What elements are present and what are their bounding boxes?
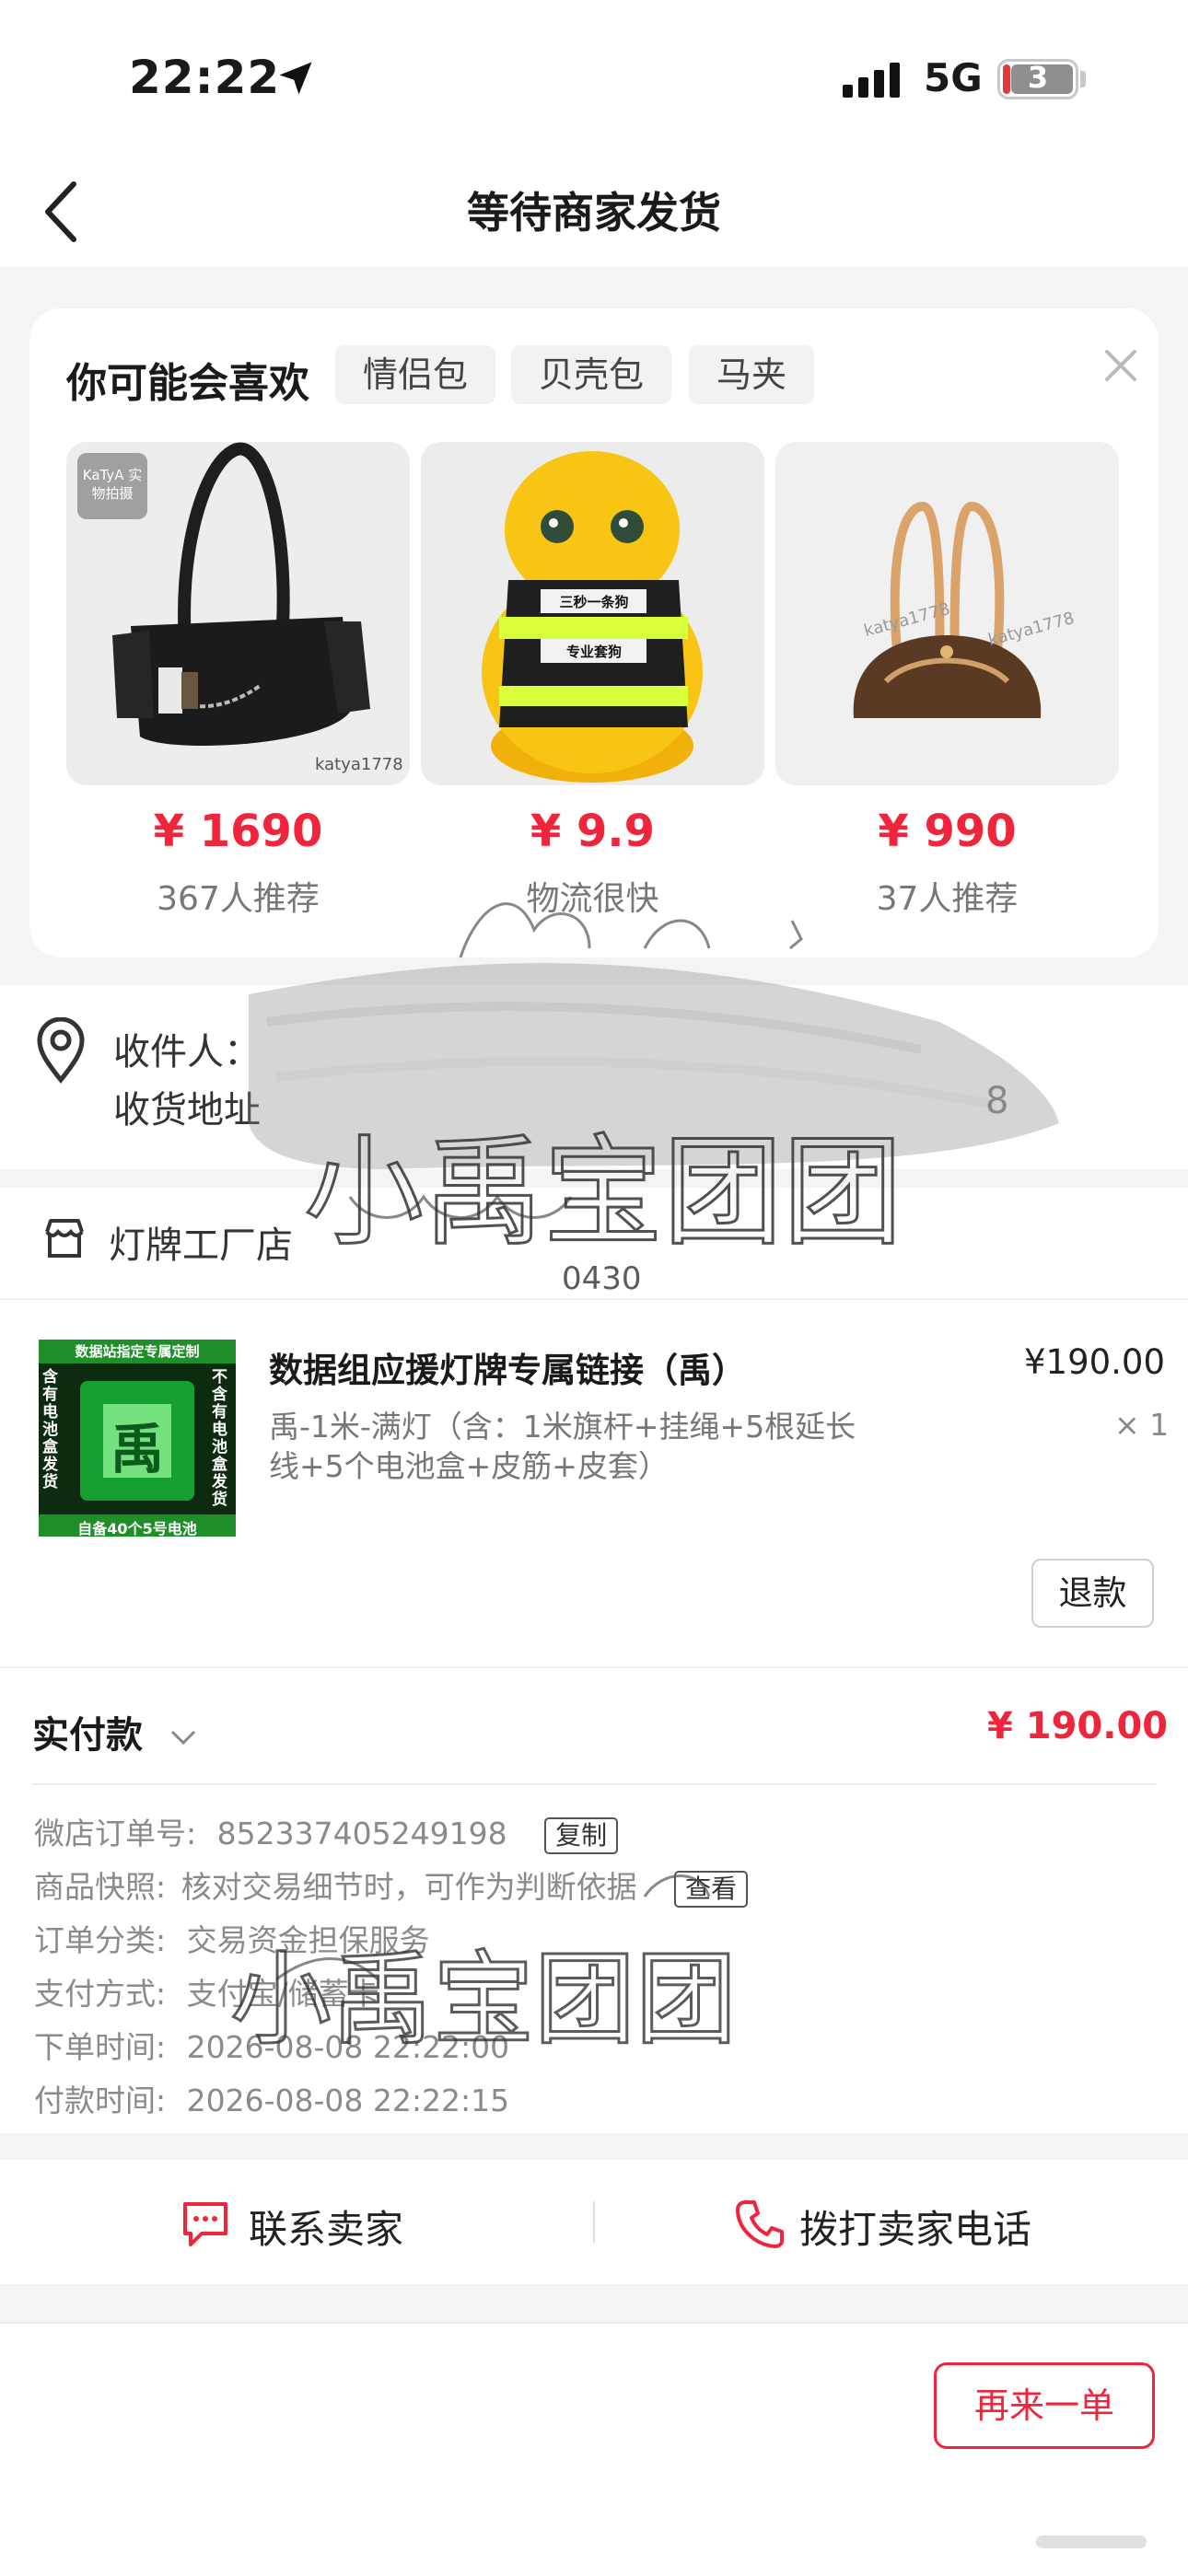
recipient-label: 收件人：	[113, 1031, 261, 1073]
home-indicator	[1036, 2535, 1147, 2548]
location-pin-icon	[37, 1017, 85, 1084]
bottom-action-bar: 再来一单	[0, 2322, 1188, 2576]
info-label: 下单时间:	[34, 2029, 167, 2065]
battery-icon: 3	[997, 59, 1078, 99]
paid-amount: ¥ 190.00	[987, 1705, 1169, 1747]
shop-icon	[45, 1219, 84, 1258]
order-category-row: 订单分类: 交易资金担保服务	[34, 1916, 430, 1960]
battery-tip	[1080, 71, 1086, 87]
watermark-text: katya1778	[315, 755, 403, 774]
order-number-row: 微店订单号: 852337405249198 复制	[34, 1809, 619, 1854]
signal-icon	[843, 63, 905, 98]
product-price: ¥ 990	[878, 806, 1017, 857]
product-card-3[interactable]: katya1778 katya1778 ¥ 990 37人推荐	[775, 442, 1119, 920]
phone-icon	[736, 2200, 784, 2248]
paid-label-text: 实付款	[32, 1714, 143, 1757]
location-arrow-icon	[279, 62, 312, 95]
paid-label[interactable]: 实付款	[32, 1705, 200, 1758]
order-category: 交易资金担保服务	[186, 1922, 430, 1958]
info-label: 付款时间:	[34, 2083, 167, 2118]
page-title: 等待商家发货	[467, 188, 721, 238]
order-time: 2026-08-08 22:22:00	[186, 2029, 510, 2065]
top-bar: 22:22 5G 3 等待商家发货	[0, 0, 1188, 267]
call-seller-button[interactable]: 拨打卖家电话	[799, 2199, 1031, 2255]
vest-text-2: 专业套狗	[565, 644, 622, 660]
address-section[interactable]: 收件人： 收货地址 8	[0, 985, 1188, 1169]
contact-seller-button[interactable]: 联系卖家	[249, 2199, 403, 2255]
address-trailing: 8	[985, 1080, 1009, 1122]
product-image-bag-black[interactable]: KaTyA 实物拍摄 katya1778	[66, 442, 410, 785]
pay-time-row: 付款时间: 2026-08-08 22:22:15	[34, 2076, 509, 2120]
product-price: ¥ 9.9	[530, 806, 656, 857]
payment-section: 实付款 ¥ 190.00 微店订单号: 852337405249198 复制 商…	[0, 1668, 1188, 2133]
thumb-top-text: 数据站指定专属定制	[75, 1343, 200, 1360]
info-label: 支付方式:	[34, 1976, 167, 2012]
pay-method-row: 支付方式: 支付宝/储蓄卡	[34, 1969, 379, 2013]
recommend-card: 你可能会喜欢 情侣包 贝壳包 马夹 KaTyA 实物拍摄 katya1778 ¥…	[29, 308, 1159, 957]
product-subtitle: 物流很快	[526, 880, 659, 918]
close-icon[interactable]	[1093, 338, 1148, 393]
snapshot-desc: 核对交易细节时，可作为判断依据	[181, 1869, 637, 1905]
refund-button[interactable]: 退款	[1031, 1559, 1154, 1628]
contact-bar: 联系卖家 拨打卖家电话	[0, 2160, 1188, 2284]
status-time: 22:22	[129, 51, 281, 104]
item-price: ¥190.00	[1024, 1342, 1166, 1382]
pay-time: 2026-08-08 22:22:15	[186, 2083, 510, 2118]
recommend-title: 你可能会喜欢	[66, 360, 309, 407]
thumb-center-char: 禹	[110, 1418, 164, 1480]
copy-button[interactable]: 复制	[544, 1816, 619, 1854]
snapshot-row: 商品快照: 核对交易细节时，可作为判断依据 查看	[34, 1862, 749, 1908]
chat-bubble-icon	[183, 2202, 227, 2246]
network-type: 5G	[924, 55, 983, 100]
photo-badge: KaTyA 实物拍摄	[77, 453, 147, 519]
product-subtitle: 37人推荐	[876, 880, 1019, 918]
photo-badge-text: KaTyA 实物拍摄	[82, 467, 143, 502]
divider	[32, 1783, 1156, 1785]
product-image-monogram-bag[interactable]: katya1778 katya1778	[775, 442, 1119, 785]
product-subtitle: 367人推荐	[157, 880, 320, 918]
info-label: 微店订单号:	[34, 1816, 197, 1851]
yellow-duck-illustration	[482, 451, 703, 783]
chip-vest[interactable]: 马夹	[689, 345, 815, 404]
view-snapshot-button[interactable]: 查看	[674, 1870, 749, 1908]
order-time-row: 下单时间: 2026-08-08 22:22:00	[34, 2023, 509, 2067]
address-label: 收货地址	[113, 1089, 261, 1131]
thumb-bottom-text: 自备40个5号电池	[77, 1520, 197, 1537]
battery-level: 3	[1027, 60, 1049, 95]
chip-shell-bag[interactable]: 贝壳包	[511, 345, 672, 404]
info-label: 订单分类:	[34, 1922, 167, 1958]
chevron-down-icon	[170, 1730, 195, 1746]
reorder-button[interactable]: 再来一单	[934, 2362, 1155, 2449]
chip-couple-bag[interactable]: 情侣包	[335, 345, 496, 404]
product-card-2[interactable]: 三秒一条狗 专业套狗 ¥ 9.9 物流很快	[421, 442, 764, 920]
product-card-1[interactable]: KaTyA 实物拍摄 katya1778 ¥ 1690 367人推荐	[66, 442, 410, 920]
divider	[0, 1298, 1188, 1300]
product-image-duck-vest[interactable]: 三秒一条狗 专业套狗	[421, 442, 764, 785]
order-item-section: 灯牌工厂店 数据站指定专属定制 含有电池盒发货 不含有电池盒发货 自备40个5号…	[0, 1188, 1188, 1666]
product-price: ¥ 1690	[153, 806, 323, 857]
shop-name[interactable]: 灯牌工厂店	[109, 1215, 293, 1269]
item-title[interactable]: 数据组应援灯牌专属链接（禹）	[269, 1342, 969, 1392]
divider	[593, 2201, 595, 2243]
item-quantity: × 1	[1114, 1407, 1170, 1443]
vest-text-1: 三秒一条狗	[559, 594, 629, 610]
pay-method: 支付宝/储蓄卡	[186, 1976, 379, 2012]
info-label: 商品快照:	[34, 1869, 167, 1905]
order-number: 852337405249198	[216, 1816, 507, 1851]
item-spec: 禹-1米-满灯（含：1米旗杆+挂绳+5根延长线+5个电池盒+皮筋+皮套）	[269, 1409, 856, 1484]
item-thumbnail[interactable]: 数据站指定专属定制 含有电池盒发货 不含有电池盒发货 自备40个5号电池 禹	[39, 1340, 236, 1537]
